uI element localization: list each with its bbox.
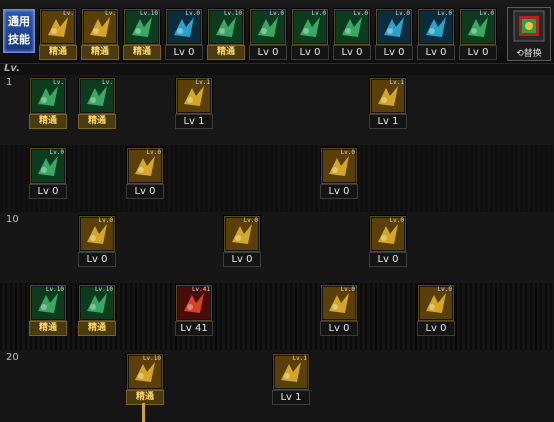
- skill-level-label: Lv 0: [223, 252, 261, 267]
- skill-level-tag: Lv.0: [437, 10, 452, 17]
- skill-level-label: Lv 0: [320, 184, 358, 199]
- skill-slot[interactable]: Lv.10: [124, 9, 160, 45]
- skill-level-label: Lv 0: [78, 252, 116, 267]
- skill-slot[interactable]: Lv.10: [127, 354, 163, 390]
- common-skill-tab-line1: 通用: [8, 15, 30, 28]
- skill-level-tag: Lv.0: [185, 10, 200, 17]
- skill-slot[interactable]: Lv.10: [30, 285, 66, 321]
- skill-slot[interactable]: Lv.0: [292, 9, 328, 45]
- skill-level-tag: Lv.10: [139, 10, 158, 17]
- skill-level-tag: Lv.: [102, 79, 113, 86]
- swap-label: ⟲替换: [516, 49, 542, 59]
- skill-level-label: Lv 41: [175, 321, 213, 336]
- skill-link-line: [142, 403, 145, 422]
- skill-slot[interactable]: Lv.0: [370, 216, 406, 252]
- common-skill-tab[interactable]: 通用 技能: [3, 9, 35, 53]
- skill-level-tag: Lv.41: [191, 286, 210, 293]
- skill-level-label: Lv 0: [459, 45, 497, 60]
- skill-level-tag: Lv.0: [437, 286, 452, 293]
- skill-slot[interactable]: Lv.: [82, 9, 118, 45]
- level-column-header: Lv.: [4, 63, 20, 74]
- skill-window: 通用 技能 Lv. 精通 Lv. 精通 Lv.10 精通 Lv.0 Lv 0 Lv.10 精通 Lv…: [0, 0, 554, 422]
- skill-level-label: Lv 1: [175, 114, 213, 129]
- skill-level-tag: Lv.10: [45, 286, 64, 293]
- skill-level-label: Lv 0: [29, 184, 67, 199]
- skill-level-label: Lv 0: [375, 45, 413, 60]
- tree-row-2: [0, 145, 554, 212]
- row-level-label: 20: [6, 352, 19, 363]
- skill-level-label: Lv 0: [165, 45, 203, 60]
- skill-slot[interactable]: Lv.0: [460, 9, 496, 45]
- mastery-label: 精通: [29, 321, 67, 336]
- skill-level-label: Lv 0: [126, 184, 164, 199]
- row-level-label: 1: [6, 77, 13, 88]
- swap-skill-icon: [513, 10, 545, 42]
- skill-slot[interactable]: Lv.: [30, 78, 66, 114]
- skill-level-tag: Lv.: [53, 79, 64, 86]
- mastery-label: 精通: [29, 114, 67, 129]
- skill-slot[interactable]: Lv.: [79, 78, 115, 114]
- mastery-label: 精通: [207, 45, 245, 60]
- skill-slot[interactable]: Lv.1: [176, 78, 212, 114]
- skill-slot[interactable]: Lv.1: [273, 354, 309, 390]
- skill-slot[interactable]: Lv.41: [176, 285, 212, 321]
- swap-button[interactable]: ⟲替换: [507, 7, 551, 61]
- skill-level-tag: Lv.0: [269, 10, 284, 17]
- skill-slot[interactable]: Lv.0: [418, 285, 454, 321]
- skill-level-label: Lv 1: [272, 390, 310, 405]
- mastery-label: 精通: [78, 321, 116, 336]
- skill-level-tag: Lv.0: [389, 217, 404, 224]
- skill-level-tag: Lv.0: [311, 10, 326, 17]
- skill-level-tag: Lv.10: [223, 10, 242, 17]
- skill-level-tag: Lv.10: [94, 286, 113, 293]
- skill-slot[interactable]: Lv.0: [127, 148, 163, 184]
- skill-level-tag: Lv.0: [243, 217, 258, 224]
- skill-level-tag: Lv.0: [353, 10, 368, 17]
- mastery-label: 精通: [126, 390, 164, 405]
- skill-level-tag: Lv.1: [292, 355, 307, 362]
- skill-level-tag: Lv.0: [146, 149, 161, 156]
- skill-slot[interactable]: Lv.: [40, 9, 76, 45]
- skill-level-tag: Lv.1: [389, 79, 404, 86]
- skill-level-tag: Lv.1: [195, 79, 210, 86]
- skill-level-label: Lv 0: [333, 45, 371, 60]
- skill-level-tag: Lv.0: [395, 10, 410, 17]
- skill-level-tag: Lv.: [63, 10, 74, 17]
- skill-slot[interactable]: Lv.1: [370, 78, 406, 114]
- skill-slot[interactable]: Lv.10: [79, 285, 115, 321]
- skill-level-tag: Lv.0: [340, 149, 355, 156]
- mastery-label: 精通: [78, 114, 116, 129]
- skill-level-label: Lv 0: [249, 45, 287, 60]
- skill-slot[interactable]: Lv.0: [79, 216, 115, 252]
- skill-slot[interactable]: Lv.0: [224, 216, 260, 252]
- mastery-label: 精通: [81, 45, 119, 60]
- skill-level-label: Lv 0: [369, 252, 407, 267]
- skill-level-tag: Lv.0: [98, 217, 113, 224]
- skill-level-label: Lv 0: [417, 45, 455, 60]
- skill-level-label: Lv 0: [320, 321, 358, 336]
- skill-slot[interactable]: Lv.10: [208, 9, 244, 45]
- skill-slot[interactable]: Lv.0: [166, 9, 202, 45]
- skill-slot[interactable]: Lv.0: [334, 9, 370, 45]
- common-skill-tab-line2: 技能: [8, 33, 30, 46]
- skill-level-label: Lv 0: [291, 45, 329, 60]
- skill-slot[interactable]: Lv.0: [418, 9, 454, 45]
- skill-level-tag: Lv.: [105, 10, 116, 17]
- skill-level-tag: Lv.0: [49, 149, 64, 156]
- skill-level-tag: Lv.10: [142, 355, 161, 362]
- skill-slot[interactable]: Lv.0: [30, 148, 66, 184]
- skill-slot[interactable]: Lv.0: [376, 9, 412, 45]
- skill-level-label: Lv 0: [417, 321, 455, 336]
- skill-level-tag: Lv.0: [479, 10, 494, 17]
- mastery-label: 精通: [39, 45, 77, 60]
- quick-skill-bar: 通用 技能 Lv. 精通 Lv. 精通 Lv.10 精通 Lv.0 Lv 0 Lv.10 精通 Lv…: [0, 0, 554, 64]
- mastery-label: 精通: [123, 45, 161, 60]
- skill-slot[interactable]: Lv.0: [250, 9, 286, 45]
- row-level-label: 10: [6, 214, 19, 225]
- skill-level-tag: Lv.0: [340, 286, 355, 293]
- skill-slot[interactable]: Lv.0: [321, 285, 357, 321]
- skill-slot[interactable]: Lv.0: [321, 148, 357, 184]
- skill-level-label: Lv 1: [369, 114, 407, 129]
